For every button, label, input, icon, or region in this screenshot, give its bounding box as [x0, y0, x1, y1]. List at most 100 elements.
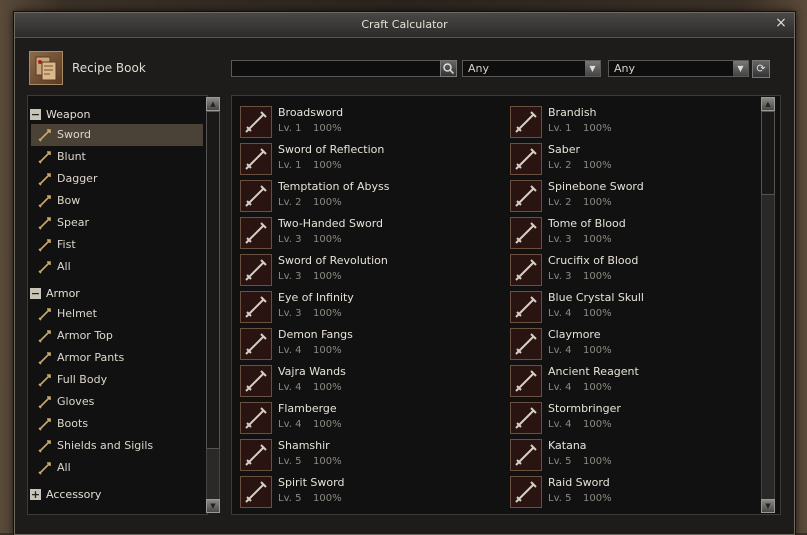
recipe-item[interactable]: Tome of Blood Lv. 3 100% — [502, 214, 752, 250]
category-accessory[interactable]: + Accessory — [30, 486, 205, 504]
recipe-success-rate: 100% — [583, 123, 612, 134]
search-button[interactable] — [440, 60, 457, 77]
recipe-success-rate: 100% — [583, 456, 612, 467]
recipe-item[interactable]: Raid Sword Lv. 5 100% — [502, 473, 752, 509]
recipe-item[interactable]: Flamberge Lv. 4 100% — [232, 399, 482, 435]
recipe-success-rate: 100% — [583, 419, 612, 430]
dagger-icon — [37, 171, 53, 187]
recipe-success-rate: 100% — [313, 123, 342, 134]
weapon-icon — [240, 180, 272, 212]
subcategory-full-body[interactable]: Full Body — [31, 369, 203, 391]
title-bar[interactable]: Craft Calculator × — [15, 13, 794, 38]
recipe-level: Lv. 3 — [548, 234, 572, 245]
recipe-item[interactable]: Spinebone Sword Lv. 2 100% — [502, 177, 752, 213]
weapon-icon — [240, 106, 272, 138]
weapon-icon — [510, 476, 542, 508]
scroll-up-button[interactable]: ▲ — [206, 97, 220, 111]
scroll-down-button[interactable]: ▼ — [761, 499, 775, 513]
recipe-name: Tome of Blood — [548, 217, 626, 230]
recipe-level: Lv. 3 — [548, 271, 572, 282]
weapon-icon — [510, 291, 542, 323]
subcategory-bow[interactable]: Bow — [31, 190, 203, 212]
subcategory-label: All — [57, 461, 71, 474]
recipe-success-rate: 100% — [583, 197, 612, 208]
filter-dropdown-2[interactable]: Any ▼ — [608, 60, 749, 77]
recipe-item[interactable]: Sword of Reflection Lv. 1 100% — [232, 140, 482, 176]
subcategory-all[interactable]: All — [31, 256, 203, 278]
filter-2-value: Any — [614, 62, 636, 75]
subcategory-sword[interactable]: Sword — [31, 124, 203, 146]
category-weapon[interactable]: − Weapon — [30, 106, 205, 124]
subcategory-gloves[interactable]: Gloves — [31, 391, 203, 413]
craft-calculator-window: Craft Calculator × Recipe Book Any ▼ Any… — [14, 12, 795, 535]
bow-icon — [37, 193, 53, 209]
recipe-level: Lv. 2 — [548, 160, 572, 171]
category-armor[interactable]: − Armor — [30, 285, 205, 303]
all-glyph — [38, 261, 51, 274]
collapse-icon[interactable]: − — [30, 288, 41, 299]
subcategory-label: Dagger — [57, 172, 98, 185]
search-icon — [443, 63, 455, 75]
recipe-item[interactable]: Blue Crystal Skull Lv. 4 100% — [502, 288, 752, 324]
recipe-book-icon[interactable] — [29, 51, 63, 85]
recipe-name: Ancient Reagent — [548, 365, 639, 378]
recipe-item[interactable]: Shamshir Lv. 5 100% — [232, 436, 482, 472]
category-label: Armor — [46, 287, 80, 300]
recipe-level: Lv. 4 — [278, 419, 302, 430]
full-body-icon — [37, 372, 53, 388]
recipe-item[interactable]: Crucifix of Blood Lv. 3 100% — [502, 251, 752, 287]
recipe-name: Eye of Infinity — [278, 291, 354, 304]
recipe-name: Spirit Sword — [278, 476, 345, 489]
recipe-success-rate: 100% — [313, 419, 342, 430]
scroll-up-button[interactable]: ▲ — [761, 97, 775, 111]
category-scrollbar[interactable]: ▲ ▼ — [206, 97, 220, 513]
recipe-item[interactable]: Temptation of Abyss Lv. 2 100% — [232, 177, 482, 213]
subcategory-label: Fist — [57, 238, 76, 251]
filter-dropdown-1[interactable]: Any ▼ — [462, 60, 601, 77]
recipe-success-rate: 100% — [583, 345, 612, 356]
recipe-item[interactable]: Demon Fangs Lv. 4 100% — [232, 325, 482, 361]
recipe-item[interactable]: Katana Lv. 5 100% — [502, 436, 752, 472]
subcategory-fist[interactable]: Fist — [31, 234, 203, 256]
fist-icon — [37, 237, 53, 253]
scroll-thumb[interactable] — [206, 111, 220, 449]
recipe-item[interactable]: Eye of Infinity Lv. 3 100% — [232, 288, 482, 324]
scroll-down-button[interactable]: ▼ — [206, 499, 220, 513]
subcategory-all[interactable]: All — [31, 457, 203, 479]
subcategory-dagger[interactable]: Dagger — [31, 168, 203, 190]
subcategory-label: Armor Pants — [57, 351, 125, 364]
recipe-item[interactable]: Stormbringer Lv. 4 100% — [502, 399, 752, 435]
subcategory-armor-pants[interactable]: Armor Pants — [31, 347, 203, 369]
scroll-thumb[interactable] — [761, 111, 775, 195]
refresh-button[interactable]: ⟳ — [752, 60, 770, 78]
recipe-item[interactable]: Spirit Sword Lv. 5 100% — [232, 473, 482, 509]
close-button[interactable]: × — [774, 16, 788, 30]
recipe-item[interactable]: Saber Lv. 2 100% — [502, 140, 752, 176]
subcategory-blunt[interactable]: Blunt — [31, 146, 203, 168]
expand-icon[interactable]: + — [30, 489, 41, 500]
fist-glyph — [38, 239, 51, 252]
shields-and-sigils-icon — [37, 438, 53, 454]
armor-pants-glyph — [38, 352, 51, 365]
subcategory-armor-top[interactable]: Armor Top — [31, 325, 203, 347]
recipe-item[interactable]: Vajra Wands Lv. 4 100% — [232, 362, 482, 398]
subcategory-label: Shields and Sigils — [57, 439, 154, 452]
subcategory-shields-and-sigils[interactable]: Shields and Sigils — [31, 435, 203, 457]
subcategory-boots[interactable]: Boots — [31, 413, 203, 435]
recipe-item[interactable]: Two-Handed Sword Lv. 3 100% — [232, 214, 482, 250]
recipe-item[interactable]: Brandish Lv. 1 100% — [502, 103, 752, 139]
recipe-scrollbar[interactable]: ▲ ▼ — [761, 97, 775, 513]
collapse-icon[interactable]: − — [30, 109, 41, 120]
recipe-item[interactable]: Ancient Reagent Lv. 4 100% — [502, 362, 752, 398]
recipe-item[interactable]: Sword of Revolution Lv. 3 100% — [232, 251, 482, 287]
recipe-level: Lv. 1 — [548, 123, 572, 134]
subcategory-label: Boots — [57, 417, 89, 430]
subcategory-helmet[interactable]: Helmet — [31, 303, 203, 325]
subcategory-spear[interactable]: Spear — [31, 212, 203, 234]
recipe-item[interactable]: Broadsword Lv. 1 100% — [232, 103, 482, 139]
recipe-success-rate: 100% — [313, 456, 342, 467]
recipe-item[interactable]: Claymore Lv. 4 100% — [502, 325, 752, 361]
weapon-icon — [510, 217, 542, 249]
search-input[interactable] — [231, 60, 455, 77]
recipe-success-rate: 100% — [583, 382, 612, 393]
